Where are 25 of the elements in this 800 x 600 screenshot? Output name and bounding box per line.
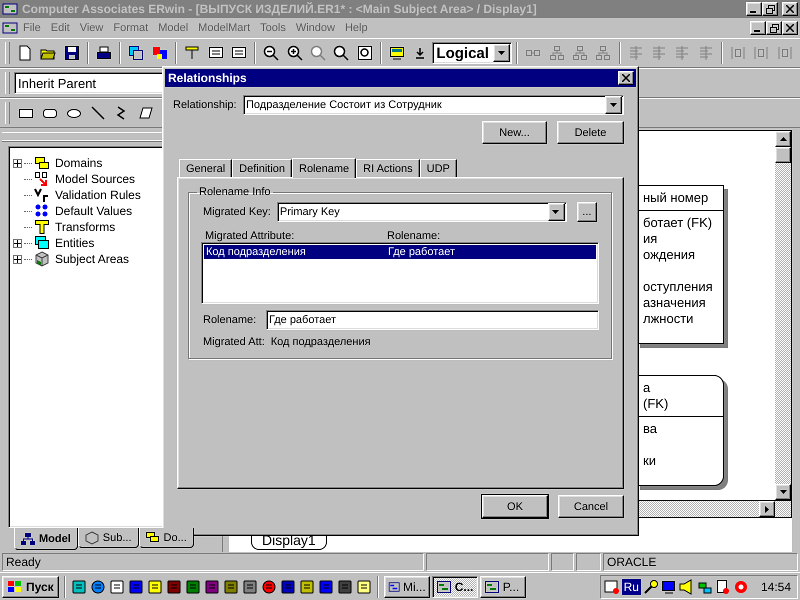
field-label: Relationship: bbox=[173, 99, 237, 111]
list-cell-text: Где работает bbox=[387, 246, 456, 258]
migrated-attribute-value: Код подразделения bbox=[270, 336, 371, 348]
entity-key-attribute: а bbox=[643, 380, 652, 396]
dialog-title: Relationships bbox=[168, 71, 248, 85]
entity-key-attribute: (FK) bbox=[643, 396, 670, 412]
entity-attribute: ки bbox=[643, 453, 657, 469]
column-header: Rolename: bbox=[386, 230, 442, 242]
entity-attribute: оступления bbox=[643, 279, 714, 295]
entity-attribute: ботает (FK) bbox=[643, 215, 714, 231]
field-label: Migrated Att: bbox=[203, 336, 265, 348]
entity-attribute: ия bbox=[643, 231, 658, 247]
window-title: Computer Associates ERwin - [ВЫПУСК ИЗДЕЛИЙ.ER1* : <Main Subject Area> / Display1] bbox=[22, 2, 538, 16]
entity-attribute: ождения bbox=[643, 247, 696, 263]
entity-attribute: азначения bbox=[643, 295, 707, 311]
entity-key-attribute: ный номер bbox=[643, 190, 710, 206]
list-cell-text: Код подразделения bbox=[205, 246, 307, 258]
group-title: Rolename Info bbox=[198, 186, 272, 198]
database-status: ORACLE bbox=[603, 553, 798, 571]
entity-attribute: ва bbox=[643, 421, 658, 437]
column-header: Migrated Attribute: bbox=[204, 230, 296, 242]
entity-attribute: лжности bbox=[643, 311, 694, 327]
field-label: Migrated Key: bbox=[203, 206, 271, 218]
status-text: Ready bbox=[2, 553, 424, 571]
field-label: Rolename: bbox=[203, 314, 258, 326]
